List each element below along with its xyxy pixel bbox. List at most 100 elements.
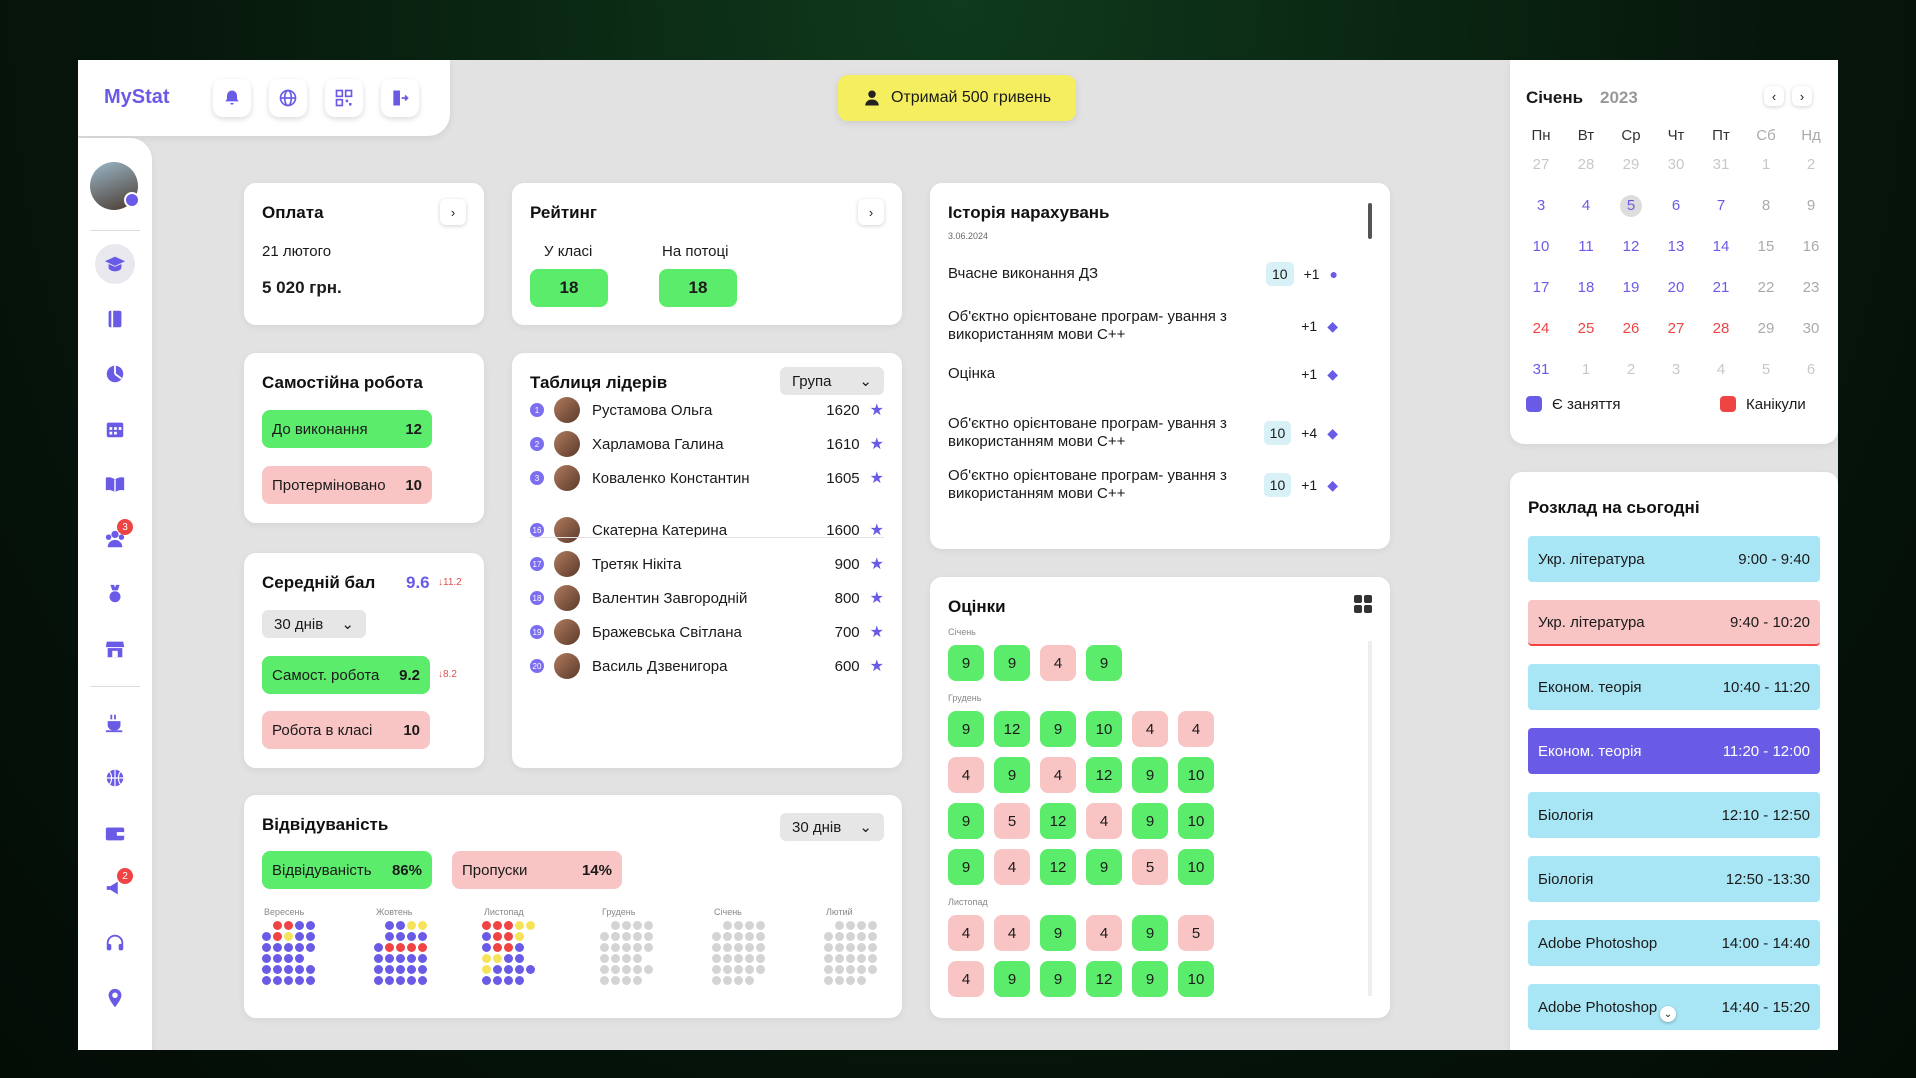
calendar-day[interactable]: 24 <box>1526 318 1556 340</box>
history-scrollbar[interactable] <box>1368 203 1372 239</box>
calendar-day[interactable]: 4 <box>1571 195 1601 217</box>
grade-cell[interactable]: 4 <box>948 961 984 997</box>
calendar-day[interactable]: 27 <box>1526 154 1556 176</box>
schedule-item[interactable]: Економ. теорія 10:40 - 11:20 <box>1528 664 1820 710</box>
calendar-day[interactable]: 4 <box>1706 359 1736 381</box>
calendar-day[interactable]: 31 <box>1526 359 1556 381</box>
calendar-day[interactable]: 25 <box>1571 318 1601 340</box>
sidebar-item-support[interactable] <box>95 923 135 963</box>
calendar-day[interactable]: 23 <box>1796 277 1826 299</box>
history-row[interactable]: Вчасне виконання ДЗ 10 +1 ● <box>948 262 1338 286</box>
calendar-day[interactable]: 2 <box>1796 154 1826 176</box>
attendance-month-grid[interactable] <box>374 921 427 985</box>
grade-cell[interactable]: 10 <box>1178 803 1214 839</box>
promo-button[interactable]: Отримай 500 гривень <box>838 75 1076 121</box>
calendar-day[interactable]: 6 <box>1796 359 1826 381</box>
grade-cell[interactable]: 9 <box>1132 803 1168 839</box>
sidebar-item-statistics[interactable] <box>95 354 135 394</box>
grade-cell[interactable]: 12 <box>1086 757 1122 793</box>
calendar-day[interactable]: 8 <box>1751 195 1781 217</box>
grade-cell[interactable]: 9 <box>948 711 984 747</box>
grade-cell[interactable]: 4 <box>1086 915 1122 951</box>
history-row[interactable]: Об'єктно орієнтоване програм- ування з в… <box>948 467 1338 503</box>
leader-row[interactable]: 3 Коваленко Константин 1605 ★ <box>530 463 884 493</box>
calendar-day[interactable]: 1 <box>1571 359 1601 381</box>
calendar-day[interactable]: 9 <box>1796 195 1826 217</box>
average-period-select[interactable]: 30 днів ⌄ <box>262 610 366 638</box>
grade-cell[interactable]: 4 <box>948 757 984 793</box>
average-self[interactable]: Самост. робота 9.2 <box>262 656 430 694</box>
selfwork-overdue[interactable]: Протерміновано 10 <box>262 466 432 504</box>
calendar-day[interactable]: 18 <box>1571 277 1601 299</box>
grade-cell[interactable]: 5 <box>1178 915 1214 951</box>
calendar-day[interactable]: 6 <box>1661 195 1691 217</box>
sidebar-item-group[interactable]: 3 <box>95 519 135 559</box>
grade-cell[interactable]: 9 <box>994 645 1030 681</box>
attendance-period-select[interactable]: 30 днів ⌄ <box>780 813 884 841</box>
history-row[interactable]: Оцінка +1 ◆ <box>948 363 1338 385</box>
leader-row[interactable]: 18 Валентин Завгородній 800 ★ <box>530 583 884 613</box>
grade-cell[interactable]: 12 <box>1086 961 1122 997</box>
schedule-item[interactable]: Укр. література 9:00 - 9:40 <box>1528 536 1820 582</box>
grade-cell[interactable]: 10 <box>1178 849 1214 885</box>
sidebar-item-schedule[interactable] <box>95 409 135 449</box>
grade-cell[interactable]: 10 <box>1178 961 1214 997</box>
grade-cell[interactable]: 9 <box>948 803 984 839</box>
avatar[interactable] <box>90 162 140 210</box>
calendar-day[interactable]: 19 <box>1616 277 1646 299</box>
calendar-day[interactable]: 10 <box>1526 236 1556 258</box>
calendar-prev-button[interactable]: ‹ <box>1764 86 1784 106</box>
sidebar-item-library[interactable] <box>95 464 135 504</box>
grade-cell[interactable]: 9 <box>1040 711 1076 747</box>
grade-cell[interactable]: 4 <box>994 849 1030 885</box>
calendar-day[interactable]: 13 <box>1661 236 1691 258</box>
grade-cell[interactable]: 12 <box>994 711 1030 747</box>
calendar-day[interactable]: 1 <box>1751 154 1781 176</box>
grade-cell[interactable]: 12 <box>1040 803 1076 839</box>
schedule-item[interactable]: Укр. література 9:40 - 10:20 <box>1528 600 1820 646</box>
grade-cell[interactable]: 4 <box>1040 757 1076 793</box>
leader-row[interactable]: 2 Харламова Галина 1610 ★ <box>530 429 884 459</box>
calendar-day[interactable]: 20 <box>1661 277 1691 299</box>
rating-open-button[interactable]: › <box>858 199 884 225</box>
calendar-day[interactable]: 2 <box>1616 359 1646 381</box>
schedule-item[interactable]: Біологія 12:50 -13:30 <box>1528 856 1820 902</box>
attendance-rate[interactable]: Відвідуваність 86% <box>262 851 432 889</box>
grade-cell[interactable]: 9 <box>1132 915 1168 951</box>
grade-cell[interactable]: 9 <box>1132 757 1168 793</box>
calendar-day[interactable]: 5 <box>1751 359 1781 381</box>
sidebar-item-homework[interactable] <box>95 299 135 339</box>
selfwork-todo[interactable]: До виконання 12 <box>262 410 432 448</box>
grade-cell[interactable]: 4 <box>1178 711 1214 747</box>
schedule-item[interactable]: Економ. теорія 11:20 - 12:00 <box>1528 728 1820 774</box>
calendar-day[interactable]: 12 <box>1616 236 1646 258</box>
calendar-day[interactable]: 30 <box>1661 154 1691 176</box>
leaders-filter-select[interactable]: Група ⌄ <box>780 367 884 395</box>
attendance-month-grid[interactable] <box>600 921 653 985</box>
sidebar-item-education[interactable] <box>95 244 135 284</box>
sidebar-item-location[interactable] <box>95 978 135 1018</box>
leader-row[interactable]: 20 Василь Дзвенигора 600 ★ <box>530 651 884 681</box>
calendar-day[interactable]: 14 <box>1706 236 1736 258</box>
sidebar-item-cafe[interactable] <box>95 703 135 743</box>
average-class[interactable]: Робота в класі 10 <box>262 711 430 749</box>
calendar-day[interactable]: 5 <box>1620 195 1642 217</box>
calendar-day[interactable]: 11 <box>1571 236 1601 258</box>
grade-cell[interactable]: 9 <box>1086 849 1122 885</box>
attendance-month-grid[interactable] <box>712 921 765 985</box>
grade-cell[interactable]: 5 <box>994 803 1030 839</box>
leader-row[interactable]: 19 Бражевська Світлана 700 ★ <box>530 617 884 647</box>
payment-open-button[interactable]: › <box>440 199 466 225</box>
calendar-day[interactable]: 22 <box>1751 277 1781 299</box>
grade-cell[interactable]: 10 <box>1178 757 1214 793</box>
grade-cell[interactable]: 4 <box>1086 803 1122 839</box>
notifications-button[interactable] <box>213 79 251 117</box>
calendar-day[interactable]: 29 <box>1616 154 1646 176</box>
calendar-day[interactable]: 26 <box>1616 318 1646 340</box>
sidebar-item-news[interactable]: 2 <box>95 868 135 908</box>
grade-cell[interactable]: 9 <box>948 849 984 885</box>
grade-cell[interactable]: 10 <box>1086 711 1122 747</box>
app-logo[interactable]: MyStat <box>104 86 170 109</box>
scroll-down-button[interactable]: ⌄ <box>1660 1006 1676 1022</box>
calendar-day[interactable]: 21 <box>1706 277 1736 299</box>
